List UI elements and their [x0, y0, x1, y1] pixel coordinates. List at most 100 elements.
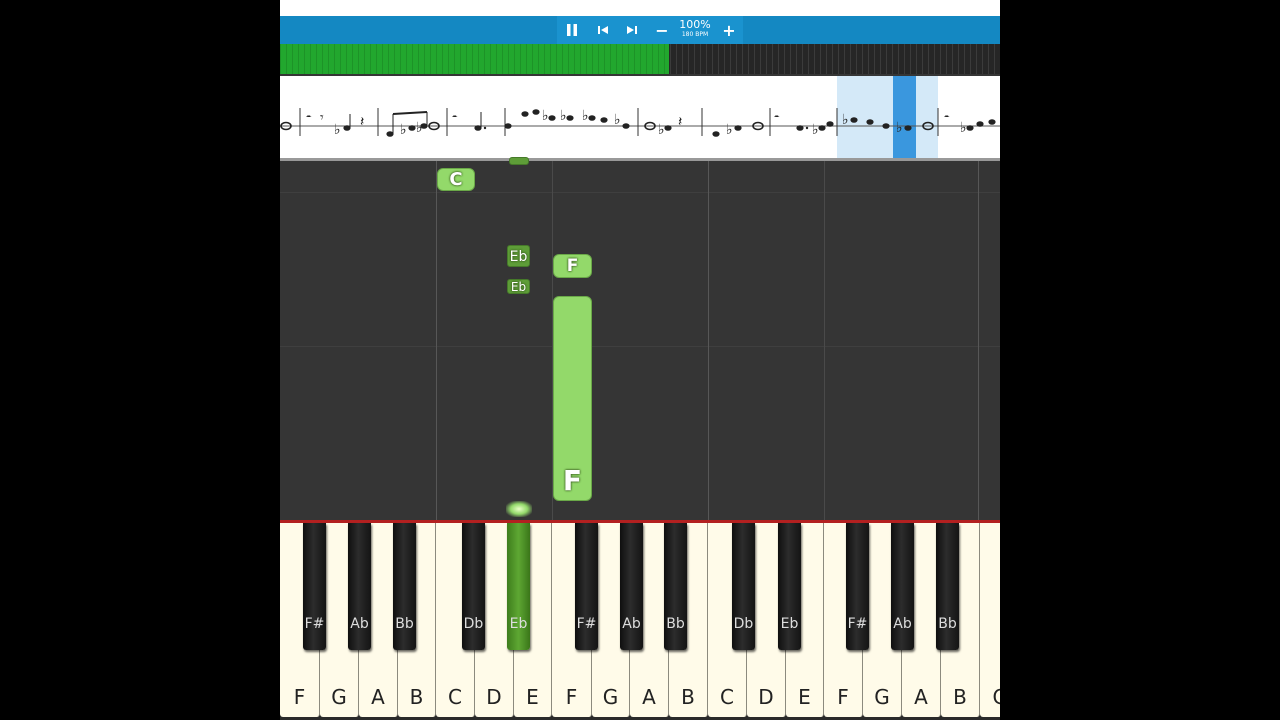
- progress-fill: [280, 44, 669, 74]
- key-label: G: [874, 685, 890, 709]
- svg-text:𝄼: 𝄼: [306, 110, 312, 126]
- key-label: E: [526, 685, 539, 709]
- zoom-readout: 100% 180 BPM: [675, 19, 715, 39]
- key-label: B: [409, 685, 424, 709]
- falling-note: Eb: [507, 245, 530, 267]
- key-label: Db: [463, 616, 484, 632]
- key-label: C: [992, 685, 1000, 709]
- svg-text:♭: ♭: [400, 122, 407, 138]
- key-label: Bb: [666, 616, 685, 632]
- key-label: A: [914, 685, 928, 709]
- key-label: C: [448, 685, 462, 709]
- black-key-f-sharp[interactable]: F#: [303, 523, 326, 650]
- key-label: F: [565, 685, 578, 709]
- svg-text:𝄾: 𝄾: [320, 110, 324, 126]
- song-progress-bar[interactable]: [280, 44, 1000, 74]
- falling-note: [509, 157, 529, 165]
- key-label: F: [293, 685, 306, 709]
- playhead-highlight: [893, 76, 916, 158]
- zoom-in-button[interactable]: +: [718, 20, 740, 40]
- key-label: G: [331, 685, 347, 709]
- key-label: F#: [847, 616, 868, 632]
- grid-line: [824, 161, 825, 520]
- piano-app: − 100% 180 BPM + 𝄼 𝄾 ♭ 𝄽 ♭ ♭ 𝄼 ♭ ♭ ♭ ♭ ♭…: [280, 0, 1000, 720]
- key-label: Ab: [350, 616, 369, 632]
- black-key-ab[interactable]: Ab: [348, 523, 371, 650]
- key-label: A: [642, 685, 656, 709]
- skip-forward-icon: [627, 26, 637, 34]
- key-label: B: [953, 685, 967, 709]
- black-key-ab[interactable]: Ab: [891, 523, 914, 650]
- key-label: C: [720, 685, 734, 709]
- svg-text:𝄼: 𝄼: [452, 110, 458, 126]
- black-key-bb[interactable]: Bb: [936, 523, 959, 650]
- key-label: Bb: [395, 616, 414, 632]
- black-key-f-sharp[interactable]: F#: [575, 523, 598, 650]
- svg-text:♭: ♭: [614, 112, 621, 128]
- white-key-c[interactable]: C: [980, 523, 1000, 717]
- pause-button[interactable]: [561, 20, 583, 40]
- key-label: Eb: [780, 616, 799, 632]
- svg-text:𝄽: 𝄽: [360, 114, 364, 130]
- svg-text:𝄼: 𝄼: [944, 110, 950, 126]
- tempo-label: 180 BPM: [681, 31, 709, 38]
- svg-text:♭: ♭: [812, 122, 819, 138]
- black-key-bb[interactable]: Bb: [393, 523, 416, 650]
- falling-note: Eb: [507, 279, 530, 294]
- svg-text:♭: ♭: [582, 108, 589, 124]
- key-label: Ab: [622, 616, 641, 632]
- black-key-ab[interactable]: Ab: [620, 523, 643, 650]
- svg-text:♭: ♭: [842, 112, 849, 128]
- piano-keyboard[interactable]: FGABCDEFGABCDEFGABC F# Ab Bb Db Eb F# Ab Bb Db Eb…: [280, 523, 1000, 720]
- key-label: Ab: [893, 616, 912, 632]
- key-label: Db: [733, 616, 754, 632]
- svg-text:♭: ♭: [960, 120, 967, 136]
- grid-line: [436, 161, 437, 520]
- svg-text:♭: ♭: [726, 122, 733, 138]
- playback-toolbar: − 100% 180 BPM +: [280, 16, 1000, 44]
- falling-note: C: [437, 168, 475, 191]
- svg-text:𝄼: 𝄼: [774, 110, 780, 126]
- falling-notes-area: C Eb Eb F F: [280, 157, 1000, 520]
- falling-note: F: [553, 254, 592, 278]
- key-label: F: [837, 685, 849, 709]
- grid-line: [280, 346, 1000, 347]
- svg-text:𝄽: 𝄽: [678, 114, 682, 130]
- zoom-out-button[interactable]: −: [651, 20, 673, 40]
- svg-text:♭: ♭: [896, 120, 903, 136]
- key-label: G: [602, 685, 619, 709]
- key-label: E: [798, 685, 811, 709]
- key-label: Eb: [509, 616, 528, 632]
- svg-text:♭: ♭: [334, 122, 341, 138]
- key-label: A: [371, 685, 385, 709]
- key-label: D: [486, 685, 502, 709]
- zoom-level: 100%: [679, 18, 711, 31]
- current-measure-highlight: [837, 76, 938, 158]
- previous-button[interactable]: [592, 20, 614, 40]
- top-bar: [280, 0, 1000, 16]
- black-key-db[interactable]: Db: [462, 523, 485, 650]
- grid-line: [280, 192, 1000, 193]
- black-key-db[interactable]: Db: [732, 523, 755, 650]
- grid-line: [978, 161, 979, 520]
- svg-text:♭: ♭: [658, 122, 665, 138]
- black-key-bb[interactable]: Bb: [664, 523, 687, 650]
- sheet-music: 𝄼 𝄾 ♭ 𝄽 ♭ ♭ 𝄼 ♭ ♭ ♭ ♭ ♭ 𝄽 ♭ 𝄼 ♭ ♭ ♭ 𝄼♭: [280, 76, 1000, 158]
- sheet-music-strip[interactable]: 𝄼 𝄾 ♭ 𝄽 ♭ ♭ 𝄼 ♭ ♭ ♭ ♭ ♭ 𝄽 ♭ 𝄼 ♭ ♭ ♭ 𝄼 ♭: [280, 76, 1000, 161]
- black-key-f-sharp[interactable]: F#: [846, 523, 869, 650]
- key-hit-glow: [506, 501, 532, 517]
- pause-icon: [567, 24, 577, 36]
- key-label: D: [758, 685, 774, 709]
- playback-controls: [557, 16, 743, 44]
- key-label: F#: [304, 616, 325, 632]
- svg-text:♭: ♭: [542, 108, 549, 124]
- grid-line: [708, 161, 709, 520]
- svg-text:♭: ♭: [560, 108, 567, 124]
- skip-back-icon: [598, 26, 608, 34]
- next-button[interactable]: [621, 20, 643, 40]
- falling-note: F: [553, 296, 592, 501]
- key-label: F#: [576, 616, 597, 632]
- key-label: B: [681, 685, 695, 709]
- black-key-eb[interactable]: Eb: [778, 523, 801, 650]
- black-key-eb[interactable]: Eb: [507, 523, 530, 650]
